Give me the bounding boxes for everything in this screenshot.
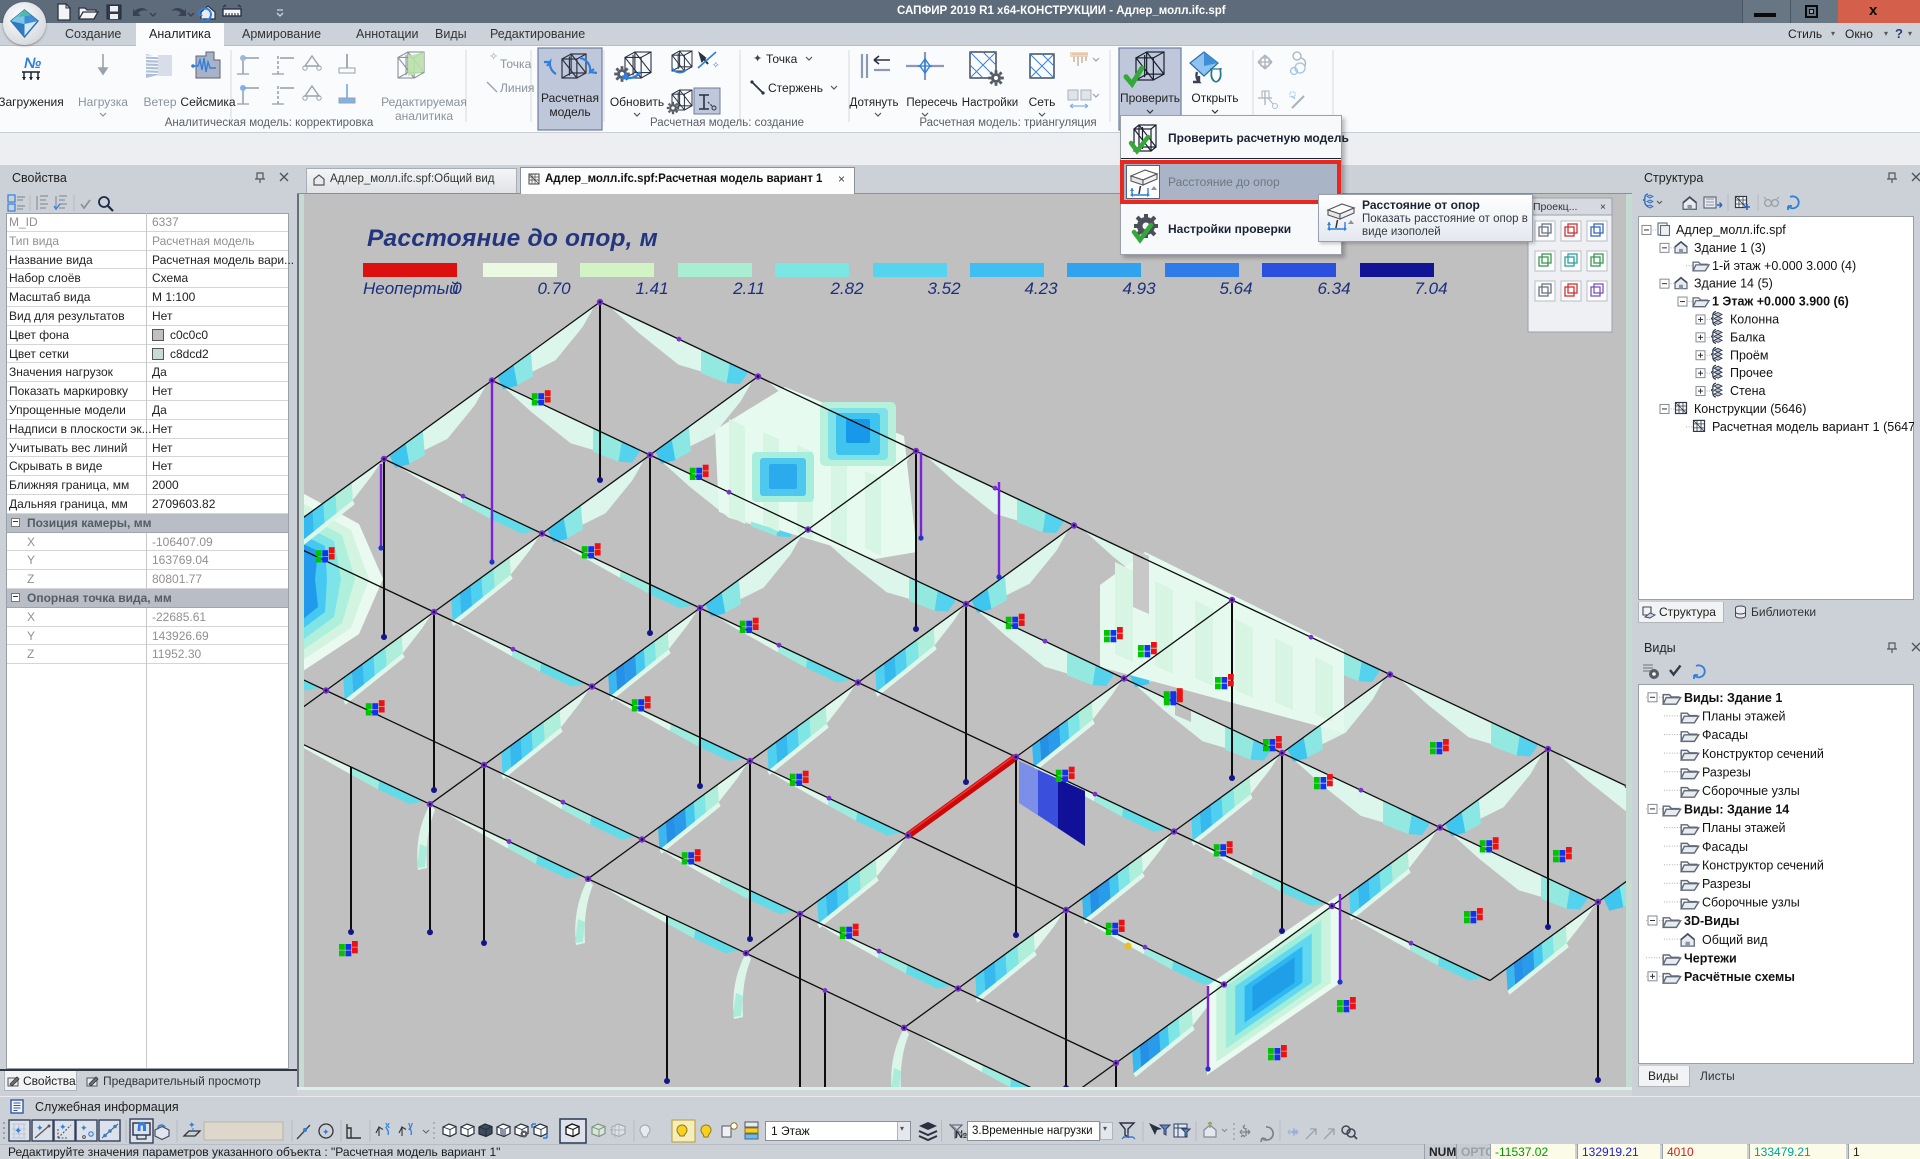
svg-text:модель: модель [549,105,590,119]
svg-text:Разрезы: Разрезы [1702,877,1751,891]
svg-text:✦: ✦ [753,53,762,65]
svg-text:4.23: 4.23 [1024,279,1058,298]
svg-text:Расчетная модель вариант 1 (56: Расчетная модель вариант 1 (5647) [1712,420,1914,434]
svg-text:Конструкции (5646): Конструкции (5646) [1694,402,1806,416]
svg-text:Редактируемая: Редактируемая [381,95,467,109]
svg-text:Нагрузка: Нагрузка [78,95,128,109]
svg-text:Стена: Стена [1730,384,1765,398]
svg-text:Линия: Линия [500,81,534,95]
svg-text:7.04: 7.04 [1414,279,1447,298]
svg-text:№: № [955,1129,967,1141]
svg-text:Стержень: Стержень [768,81,823,95]
svg-text:Здание 1 (3): Здание 1 (3) [1694,241,1766,255]
svg-text:Пересечь: Пересечь [906,97,957,109]
svg-text:✦: ✦ [80,1123,88,1133]
svg-text:Виды: Здание 14: Виды: Здание 14 [1684,803,1789,817]
svg-text:3D-Виды: 3D-Виды [1684,914,1739,928]
svg-text:Точка: Точка [766,52,798,66]
svg-text:Общий вид: Общий вид [1702,933,1768,947]
svg-text:✧: ✧ [712,60,720,70]
svg-text:3.52: 3.52 [927,279,961,298]
svg-text:Здание 14 (5): Здание 14 (5) [1694,277,1773,291]
svg-text:✧: ✧ [489,51,498,63]
svg-text:y: y [408,1120,413,1130]
svg-text:Расчетная модель: триангуляция: Расчетная модель: триангуляция [919,117,1096,129]
svg-text:4.93: 4.93 [1122,279,1156,298]
svg-text:Точка: Точка [500,57,532,71]
svg-text:Расчетная: Расчетная [541,91,599,105]
svg-text:Дотянуть: Дотянуть [850,97,899,109]
svg-text:аналитика: аналитика [395,109,453,123]
svg-text:Расчётные схемы: Расчётные схемы [1684,970,1795,984]
svg-text:2.11: 2.11 [732,279,765,298]
svg-text:Фасады: Фасады [1702,728,1748,742]
svg-text:Аналитическая модель: корректи: Аналитическая модель: корректировка [165,117,374,129]
svg-text:Проверить: Проверить [1120,91,1180,105]
svg-text:6.34: 6.34 [1317,279,1350,298]
svg-text:1.41: 1.41 [635,279,668,298]
svg-text:✦: ✦ [36,1123,44,1133]
svg-text:5.64: 5.64 [1219,279,1252,298]
svg-text:0.70: 0.70 [537,279,571,298]
svg-text:Сборочные узлы: Сборочные узлы [1702,896,1800,910]
svg-text:Виды: Здание 1: Виды: Здание 1 [1684,691,1782,705]
svg-text:Конструктор сечений: Конструктор сечений [1702,747,1824,761]
svg-text:№: № [24,55,41,72]
svg-text:Неопертый: Неопертый [363,279,459,298]
svg-text:Расчетная модель: создание: Расчетная модель: создание [650,117,804,129]
svg-text:Сеть: Сеть [1029,95,1056,109]
svg-text:×: × [1600,202,1606,213]
svg-text:Проекц...: Проекц... [1533,201,1577,213]
svg-text:1-й этаж +0.000 3.000 (4): 1-й этаж +0.000 3.000 (4) [1712,259,1856,273]
svg-text:Расстояние до опор, м: Расстояние до опор, м [367,225,658,252]
svg-text:Прочее: Прочее [1730,366,1773,380]
svg-text:Открыть: Открыть [1191,91,1238,105]
svg-text:x: x [385,1120,390,1130]
svg-text:Разрезы: Разрезы [1702,765,1751,779]
svg-text:Настройки: Настройки [962,97,1018,109]
svg-text:Планы этажей: Планы этажей [1702,710,1786,724]
svg-text:✦: ✦ [188,1120,196,1130]
svg-text:✦: ✦ [322,1127,330,1137]
svg-text:Сборочные узлы: Сборочные узлы [1702,784,1800,798]
svg-text:Сейсмика: Сейсмика [180,95,236,109]
svg-text:Балка: Балка [1730,330,1765,344]
svg-text:Планы этажей: Планы этажей [1702,821,1786,835]
svg-text:Ветер: Ветер [144,95,177,109]
svg-text:✦: ✦ [59,1122,67,1132]
svg-text:✦: ✦ [14,1126,22,1137]
svg-text:Проём: Проём [1730,348,1768,362]
svg-text:Обновить: Обновить [610,95,664,109]
svg-text:0: 0 [452,279,462,298]
svg-text:Фасады: Фасады [1702,840,1748,854]
svg-text:Колонна: Колонна [1730,313,1779,327]
svg-text:Адлер_молл.ifc.spf: Адлер_молл.ifc.spf [1676,223,1786,237]
svg-text:Чертежи: Чертежи [1684,951,1737,965]
svg-text:Конструктор сечений: Конструктор сечений [1702,858,1824,872]
svg-text:2.82: 2.82 [829,279,864,298]
svg-text:Загружения: Загружения [0,95,64,109]
svg-text:1 Этаж +0.000 3.900 (6): 1 Этаж +0.000 3.900 (6) [1712,295,1849,309]
